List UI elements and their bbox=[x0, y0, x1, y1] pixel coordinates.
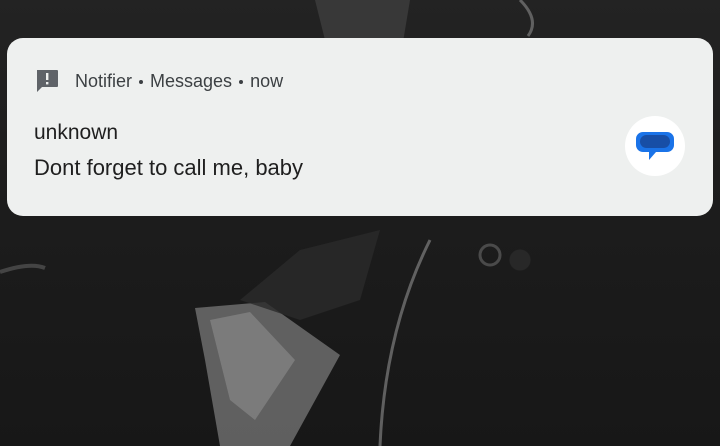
notification-sender: unknown bbox=[34, 121, 119, 144]
alert-message-icon bbox=[34, 68, 60, 94]
separator-dot bbox=[239, 80, 244, 84]
notification-time: now bbox=[250, 70, 284, 91]
messages-chat-bubble-icon bbox=[625, 116, 685, 176]
notification-header: Notifier Messages now bbox=[34, 68, 283, 94]
channel-name: Messages bbox=[150, 70, 233, 91]
notification-card[interactable]: Notifier Messages now unknown Dont forge… bbox=[7, 38, 713, 216]
separator-dot bbox=[139, 80, 144, 84]
notification-message: Dont forget to call me, baby bbox=[34, 155, 304, 180]
notification-meta: Notifier Messages now bbox=[75, 71, 283, 92]
app-name: Notifier bbox=[75, 70, 133, 91]
